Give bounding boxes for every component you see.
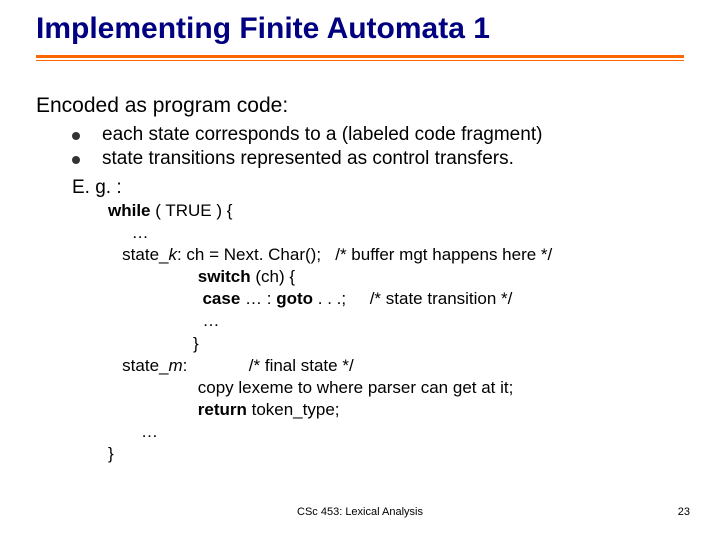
- slide-title: Implementing Finite Automata 1: [36, 12, 490, 46]
- kw-return: return: [198, 400, 247, 419]
- title-underline-thin: [36, 60, 684, 61]
- code-text: …: [108, 310, 552, 332]
- bullet-text: state transitions represented as control…: [102, 148, 514, 170]
- kw-switch: switch: [198, 267, 251, 286]
- code-text: state_: [108, 356, 168, 375]
- code-text: : /* final state */: [183, 356, 354, 375]
- code-text: state_: [108, 245, 168, 264]
- code-text: … :: [240, 289, 276, 308]
- kw-goto: goto: [276, 289, 313, 308]
- list-item: each state corresponds to a (labeled cod…: [72, 124, 542, 146]
- code-text: : ch = Next. Char(); /* buffer mgt happe…: [177, 245, 552, 264]
- var-m: m: [168, 356, 182, 375]
- code-text: }: [108, 443, 552, 465]
- kw-case: case: [202, 289, 240, 308]
- code-text: token_type;: [247, 400, 340, 419]
- code-text: . . .; /* state transition */: [313, 289, 512, 308]
- subtitle: Encoded as program code:: [36, 94, 288, 118]
- bullet-icon: [72, 132, 80, 140]
- kw-while: while: [108, 201, 151, 220]
- code-text: …: [108, 421, 552, 443]
- code-block: while ( TRUE ) { … state_k: ch = Next. C…: [108, 200, 552, 465]
- footer-page-number: 23: [678, 506, 690, 518]
- code-text: }: [108, 333, 552, 355]
- code-text: [108, 289, 202, 308]
- footer-course: CSc 453: Lexical Analysis: [0, 506, 720, 518]
- list-item: state transitions represented as control…: [72, 148, 542, 170]
- bullet-text: each state corresponds to a (labeled cod…: [102, 124, 542, 146]
- title-underline-thick: [36, 55, 684, 58]
- code-text: …: [108, 222, 552, 244]
- code-text: [108, 267, 198, 286]
- bullet-list: each state corresponds to a (labeled cod…: [72, 124, 542, 172]
- example-label: E. g. :: [72, 177, 122, 199]
- bullet-icon: [72, 156, 80, 164]
- code-text: copy lexeme to where parser can get at i…: [108, 377, 552, 399]
- code-text: (ch) {: [251, 267, 295, 286]
- code-text: [108, 400, 198, 419]
- var-k: k: [168, 245, 177, 264]
- code-text: ( TRUE ) {: [151, 201, 233, 220]
